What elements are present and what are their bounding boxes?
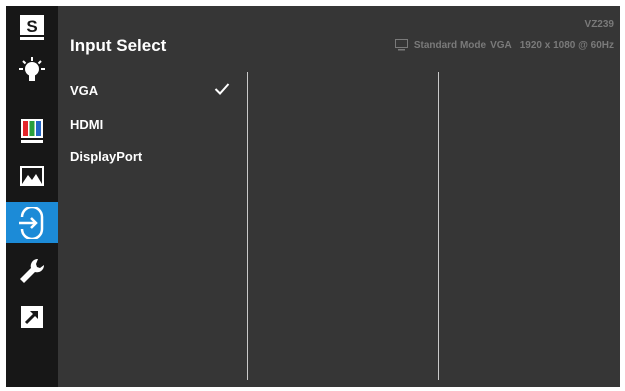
svg-text:S: S [26,17,37,36]
option-hdmi[interactable]: HDMI [70,117,103,132]
sidebar-item-image[interactable] [6,155,58,196]
sidebar-item-system-setup[interactable] [6,250,58,291]
status-line: Standard Mode VGA 1920 x 1080 @ 60Hz [394,39,614,51]
osd-menu: S Input Select VZ239 Standard Mode VGA 1… [0,0,625,391]
sidebar-item-brightness[interactable] [6,50,58,91]
monitor-icon [394,39,408,51]
status-mode: Standard Mode [413,39,487,51]
wrench-icon [20,258,45,283]
page-title: Input Select [70,36,167,55]
sidebar-item-splendid[interactable]: S [6,6,58,47]
color-bars-icon [21,118,43,143]
s-badge-icon: S [20,14,44,40]
status-resolution: 1920 x 1080 @ 60Hz [519,39,614,51]
column-divider [247,72,248,380]
model-name: VZ239 [584,19,614,30]
input-arrow-icon [19,206,44,239]
landscape-icon [20,165,44,186]
bulb-icon [19,56,45,81]
check-icon [214,83,230,95]
option-vga[interactable]: VGA [70,83,98,98]
sidebar-item-input-select[interactable] [6,202,58,243]
status-input: VGA [490,39,512,51]
sidebar-item-color[interactable] [6,109,58,150]
sidebar: S [6,6,58,387]
column-divider [438,72,439,380]
option-displayport[interactable]: DisplayPort [70,149,142,164]
sidebar-item-shortcut[interactable] [6,296,58,337]
shortcut-arrow-icon [21,305,43,328]
main-panel: Input Select VZ239 Standard Mode VGA 192… [58,6,620,387]
